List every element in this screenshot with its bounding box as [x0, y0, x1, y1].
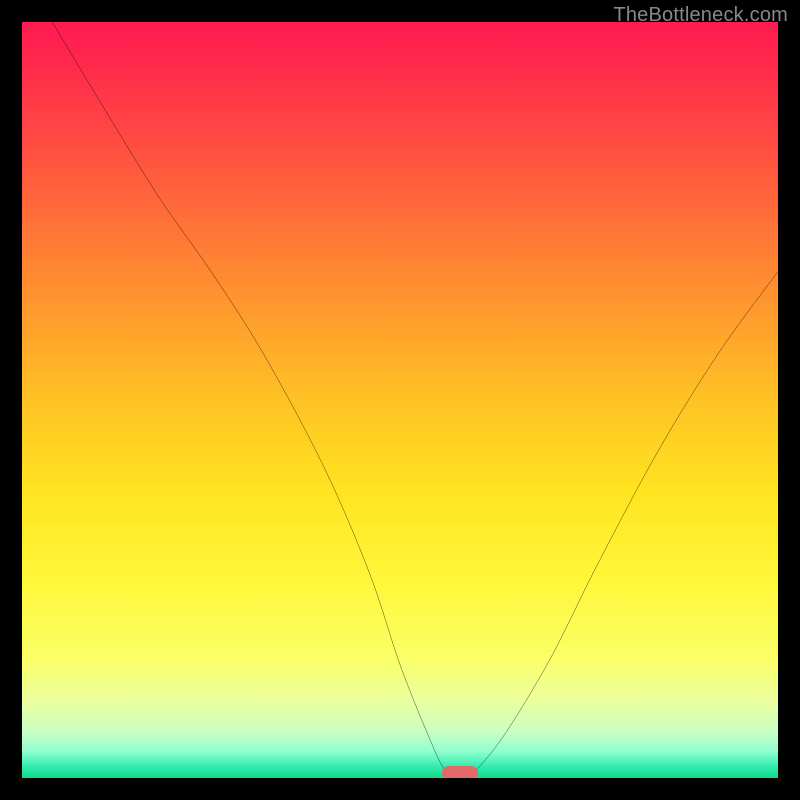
optimal-marker: [442, 766, 478, 778]
plot-area: [22, 22, 778, 778]
chart-frame: TheBottleneck.com: [0, 0, 800, 800]
bottleneck-curve: [22, 22, 778, 778]
